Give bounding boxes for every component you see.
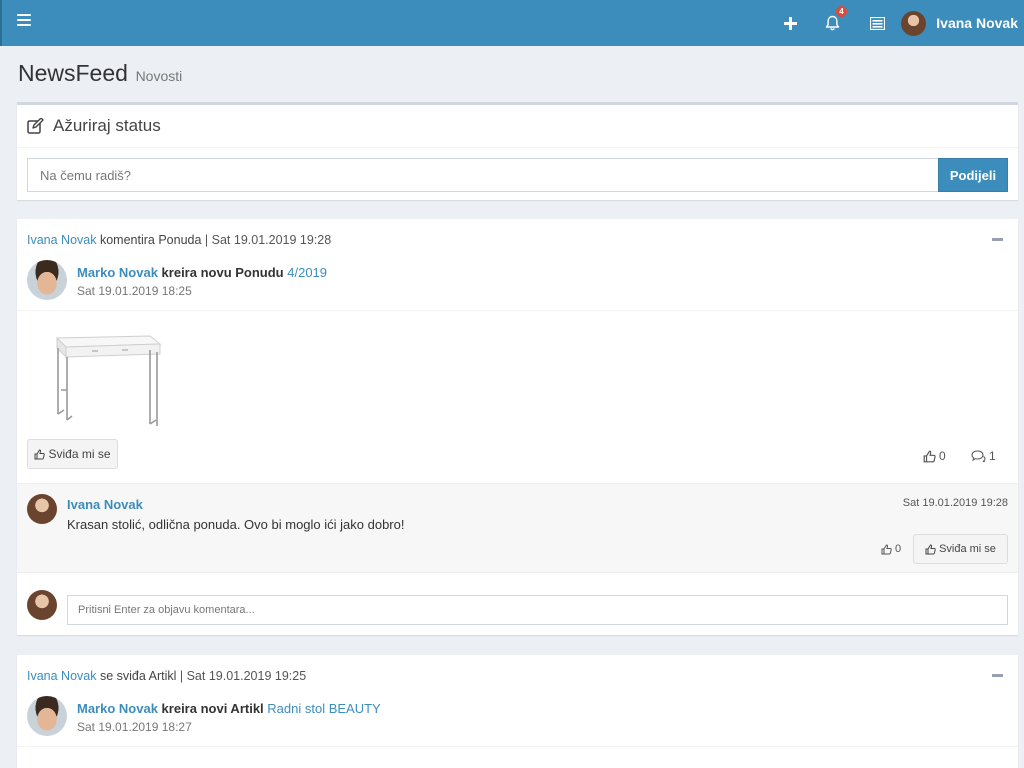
comment-likes-count: 0 xyxy=(895,543,902,555)
menu-icon[interactable] xyxy=(17,14,31,28)
activity-line: Ivana Novak komentira Ponuda | Sat 19.01… xyxy=(27,233,331,247)
comment-form xyxy=(17,574,1018,635)
status-title: Ažuriraj status xyxy=(53,116,161,135)
activity-line: Ivana Novak se sviđa Artikl | Sat 19.01.… xyxy=(27,669,306,683)
comment-like-label: Sviđa mi se xyxy=(939,543,996,555)
author-link[interactable]: Marko Novak xyxy=(77,265,158,280)
status-box: Ažuriraj status Podijeli xyxy=(17,102,1018,200)
author-avatar xyxy=(27,260,67,300)
top-navbar: 4 Ivana Novak xyxy=(0,0,1024,46)
tasks-button[interactable] xyxy=(864,10,890,36)
comment-avatar xyxy=(27,494,57,524)
comments-section: Ivana Novak Sat 19.01.2019 19:28 Krasan … xyxy=(17,483,1018,573)
comments-counter[interactable]: 1 xyxy=(971,449,996,463)
activity-user-link[interactable]: Ivana Novak xyxy=(27,669,96,683)
divider xyxy=(17,147,1018,148)
notifications-button[interactable]: 4 xyxy=(819,6,847,36)
comment-likes-counter[interactable]: 0 xyxy=(881,543,901,555)
page-title: NewsFeed xyxy=(18,60,128,86)
page-subtitle: Novosti xyxy=(135,68,183,84)
author-link[interactable]: Marko Novak xyxy=(77,701,158,716)
target-link[interactable]: Radni stol BEAUTY xyxy=(267,701,380,716)
minus-icon[interactable] xyxy=(992,238,1003,241)
feed-post: Ivana Novak komentira Ponuda | Sat 19.01… xyxy=(17,219,1018,635)
post-date: Sat 19.01.2019 18:27 xyxy=(77,720,192,734)
share-button[interactable]: Podijeli xyxy=(938,158,1008,192)
post-action: kreira novu Ponudu xyxy=(161,265,284,280)
current-user-avatar xyxy=(27,590,57,620)
feed-post: Ivana Novak se sviđa Artikl | Sat 19.01.… xyxy=(17,655,1018,768)
user-avatar xyxy=(901,10,927,36)
post-headline: Marko Novak kreira novi Artikl Radni sto… xyxy=(77,701,381,716)
post-action: kreira novi Artikl xyxy=(161,701,264,716)
thumbs-up-icon xyxy=(925,543,936,554)
minus-icon[interactable] xyxy=(992,674,1003,677)
comment-text: Krasan stolić, odlična ponuda. Ovo bi mo… xyxy=(67,517,405,532)
divider xyxy=(17,310,1018,311)
page-header: NewsFeed Novosti xyxy=(18,60,182,87)
comment-date: Sat 19.01.2019 19:28 xyxy=(902,497,1008,509)
bell-icon xyxy=(825,15,839,31)
tasks-icon xyxy=(869,16,885,30)
likes-count: 0 xyxy=(939,449,946,463)
likes-counter[interactable]: 0 xyxy=(923,449,946,463)
activity-date: | Sat 19.01.2019 19:25 xyxy=(179,669,307,683)
product-image[interactable] xyxy=(52,330,162,430)
author-avatar xyxy=(27,696,67,736)
like-button-label: Sviđa mi se xyxy=(48,447,111,461)
comment-author-link[interactable]: Ivana Novak xyxy=(67,497,143,512)
thumbs-up-icon xyxy=(34,448,46,459)
notification-badge: 4 xyxy=(836,6,847,17)
post-date: Sat 19.01.2019 18:25 xyxy=(77,284,192,298)
activity-user-link[interactable]: Ivana Novak xyxy=(27,233,96,247)
comment-input[interactable] xyxy=(67,595,1008,625)
thumbs-up-icon xyxy=(881,543,892,554)
user-name: Ivana Novak xyxy=(936,15,1018,31)
activity-action: se sviđa Artikl xyxy=(99,669,177,683)
divider xyxy=(17,746,1018,747)
thumbs-up-icon xyxy=(923,450,936,462)
add-button[interactable] xyxy=(777,10,803,36)
status-input[interactable] xyxy=(27,158,939,192)
target-link[interactable]: 4/2019 xyxy=(287,265,327,280)
plus-icon xyxy=(783,16,797,30)
comment-like-button[interactable]: Sviđa mi se xyxy=(913,534,1008,564)
comments-count: 1 xyxy=(989,449,996,463)
edit-icon xyxy=(27,118,44,134)
post-headline: Marko Novak kreira novu Ponudu 4/2019 xyxy=(77,265,327,280)
status-box-title: Ažuriraj status xyxy=(27,116,161,136)
comments-icon xyxy=(971,450,986,462)
like-button[interactable]: Sviđa mi se xyxy=(27,439,118,469)
user-menu[interactable]: Ivana Novak xyxy=(901,9,1018,37)
activity-date: | Sat 19.01.2019 19:28 xyxy=(204,233,332,247)
activity-action: komentira Ponuda xyxy=(99,233,202,247)
